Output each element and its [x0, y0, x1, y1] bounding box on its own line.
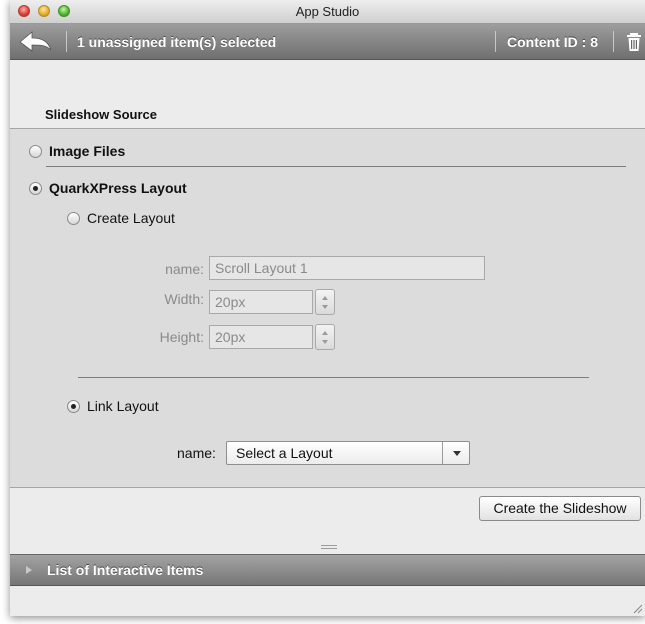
section-title: Slideshow Source [45, 107, 157, 122]
select-divider [442, 442, 443, 464]
resize-handle[interactable] [631, 602, 643, 614]
layout-name-input[interactable]: Scroll Layout 1 [209, 256, 485, 280]
create-layout-radio[interactable] [67, 212, 80, 225]
back-button[interactable] [16, 30, 56, 54]
toolbar: 1 unassigned item(s) selected Content ID… [10, 24, 645, 60]
toolbar-separator [66, 31, 67, 52]
chevron-down-icon [453, 451, 461, 456]
link-layout-name-label: name: [177, 445, 216, 461]
height-input[interactable]: 20px [209, 325, 313, 349]
splitter-grip[interactable] [321, 545, 337, 551]
divider [46, 166, 626, 167]
stepper-up-icon [322, 331, 328, 335]
toolbar-separator [613, 31, 614, 52]
stepper-down-icon [322, 340, 328, 344]
interactive-items-title: List of Interactive Items [47, 562, 204, 578]
layout-name-label: name: [165, 261, 204, 277]
stepper-up-icon [322, 296, 328, 300]
image-files-radio[interactable] [29, 145, 42, 158]
link-layout-radio[interactable] [67, 400, 80, 413]
delete-button[interactable] [624, 32, 644, 52]
width-stepper[interactable] [315, 289, 335, 315]
layout-select-value: Select a Layout [236, 445, 333, 461]
quarkxpress-layout-label: QuarkXPress Layout [49, 180, 187, 196]
resize-grip-icon [633, 604, 643, 614]
stepper-down-icon [322, 305, 328, 309]
toolbar-separator [495, 31, 496, 52]
image-files-label: Image Files [49, 143, 126, 159]
quarkxpress-layout-radio[interactable] [29, 182, 42, 195]
create-slideshow-button[interactable]: Create the Slideshow [479, 496, 641, 521]
divider [78, 377, 589, 378]
layout-select[interactable]: Select a Layout [226, 441, 470, 465]
window-title: App Studio [295, 4, 360, 19]
height-label: Height: [159, 329, 204, 345]
interactive-items-panel-header[interactable]: List of Interactive Items [10, 554, 645, 586]
create-layout-label: Create Layout [87, 210, 175, 226]
app-window: App Studio 1 unassigned item(s) selected… [10, 0, 645, 616]
selection-status: 1 unassigned item(s) selected [77, 34, 277, 50]
title-bar: App Studio [10, 0, 645, 24]
width-input[interactable]: 20px [209, 290, 313, 314]
disclosure-triangle-icon [26, 566, 32, 574]
back-arrow-icon [19, 31, 52, 52]
link-layout-label: Link Layout [87, 398, 159, 414]
height-stepper[interactable] [315, 324, 335, 350]
content-id-label: Content ID : 8 [507, 34, 598, 50]
trash-icon [627, 33, 641, 51]
width-label: Width: [164, 291, 204, 307]
